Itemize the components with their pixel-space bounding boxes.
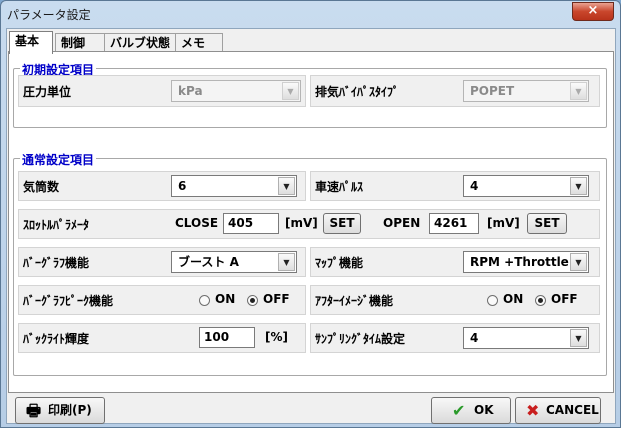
exhaust-bypass-value: POPET bbox=[470, 84, 515, 98]
chevron-down-icon: ▼ bbox=[570, 177, 587, 195]
tab-control[interactable]: 制御 bbox=[55, 33, 105, 53]
tab-memo-label: メモ bbox=[181, 36, 206, 50]
cylinders-row: 気筒数 6 ▼ bbox=[18, 171, 306, 201]
map-label: ﾏｯﾌﾟ機能 bbox=[315, 256, 364, 270]
backlight-unit-label: [%] bbox=[265, 330, 288, 344]
chevron-down-icon: ▼ bbox=[570, 329, 587, 347]
cancel-button[interactable]: ✖ CANCEL bbox=[515, 397, 601, 424]
pressure-unit-row: 圧力単位 kPa ▼ bbox=[18, 75, 306, 107]
after-image-row: ｱﾌﾀｰｲﾒｰｼﾞ機能 ON OFF bbox=[310, 285, 600, 315]
backlight-row: ﾊﾞｯｸﾗｲﾄ輝度 100 [%] bbox=[18, 323, 306, 353]
tab-control-label: 制御 bbox=[61, 36, 86, 50]
chevron-down-icon: ▼ bbox=[278, 253, 295, 271]
exhaust-bypass-row: 排気ﾊﾞｲﾊﾟｽﾀｲﾌﾟ POPET ▼ bbox=[310, 75, 600, 107]
pressure-unit-value: kPa bbox=[178, 84, 203, 98]
tab-memo[interactable]: メモ bbox=[175, 33, 223, 53]
sampling-time-label: ｻﾝﾌﾟﾘﾝｸﾞﾀｲﾑ設定 bbox=[315, 332, 406, 346]
normal-settings-group: 通常設定項目 気筒数 6 ▼ 車速ﾊﾟﾙｽ 4 ▼ ｽﾛｯﾄﾙﾊﾟﾗﾒｰﾀ CL… bbox=[13, 151, 607, 376]
speed-pulse-row: 車速ﾊﾟﾙｽ 4 ▼ bbox=[310, 171, 600, 201]
open-value-input[interactable]: 4261 bbox=[429, 213, 479, 234]
sampling-time-select[interactable]: 4 ▼ bbox=[463, 327, 589, 349]
backlight-input[interactable]: 100 bbox=[199, 327, 255, 348]
after-image-off-radio[interactable] bbox=[535, 295, 546, 306]
sampling-time-row: ｻﾝﾌﾟﾘﾝｸﾞﾀｲﾑ設定 4 ▼ bbox=[310, 323, 600, 353]
chevron-down-icon: ▼ bbox=[282, 82, 299, 100]
bargraph-peak-label: ﾊﾞｰｸﾞﾗﾌﾋﾟｰｸ機能 bbox=[23, 294, 114, 308]
chevron-down-icon: ▼ bbox=[278, 177, 295, 195]
pressure-unit-label: 圧力単位 bbox=[23, 85, 72, 99]
tab-valve-status[interactable]: バルブ状態 bbox=[104, 33, 176, 53]
dialog-client-area: 基本 制御 バルブ状態 メモ 初期設定項目 圧力単位 kPa ▼ 排気ﾊﾞｲﾊﾟ… bbox=[6, 28, 616, 424]
cylinders-label: 気筒数 bbox=[23, 180, 60, 194]
bargraph-peak-on-label: ON bbox=[215, 292, 236, 306]
close-set-button[interactable]: SET bbox=[323, 213, 361, 234]
cross-icon: ✖ bbox=[526, 401, 540, 420]
open-label: OPEN bbox=[383, 216, 421, 230]
map-value: RPM +Throttle bbox=[470, 255, 569, 269]
tab-basic[interactable]: 基本 bbox=[9, 31, 53, 54]
sampling-time-value: 4 bbox=[470, 331, 479, 345]
check-icon: ✔ bbox=[452, 401, 466, 420]
close-value-input[interactable]: 405 bbox=[223, 213, 279, 234]
normal-settings-title: 通常設定項目 bbox=[20, 151, 97, 168]
exhaust-bypass-label: 排気ﾊﾞｲﾊﾟｽﾀｲﾌﾟ bbox=[315, 85, 400, 99]
speed-pulse-value: 4 bbox=[470, 179, 479, 193]
open-set-button[interactable]: SET bbox=[527, 213, 567, 234]
after-image-off-label: OFF bbox=[551, 292, 578, 306]
bargraph-peak-row: ﾊﾞｰｸﾞﾗﾌﾋﾟｰｸ機能 ON OFF bbox=[18, 285, 306, 315]
map-row: ﾏｯﾌﾟ機能 RPM +Throttle ▼ bbox=[310, 247, 600, 277]
title-bar[interactable]: パラメータ設定 × bbox=[1, 1, 620, 29]
backlight-label: ﾊﾞｯｸﾗｲﾄ輝度 bbox=[23, 332, 90, 346]
print-button-label: 印刷(P) bbox=[48, 403, 92, 417]
close-button[interactable]: × bbox=[572, 2, 614, 21]
printer-icon: 🖶 bbox=[26, 401, 42, 420]
cylinders-select[interactable]: 6 ▼ bbox=[171, 175, 297, 197]
bargraph-row: ﾊﾞｰｸﾞﾗﾌ機能 ブースト A ▼ bbox=[18, 247, 306, 277]
bargraph-peak-off-label: OFF bbox=[263, 292, 290, 306]
bargraph-label: ﾊﾞｰｸﾞﾗﾌ機能 bbox=[23, 256, 90, 270]
bargraph-select[interactable]: ブースト A ▼ bbox=[171, 251, 297, 273]
throttle-parameter-row: ｽﾛｯﾄﾙﾊﾟﾗﾒｰﾀ CLOSE 405 [mV] SET OPEN 4261… bbox=[18, 209, 600, 239]
bargraph-value: ブースト A bbox=[178, 255, 239, 269]
pressure-unit-select[interactable]: kPa ▼ bbox=[171, 80, 301, 102]
ok-button[interactable]: ✔ OK bbox=[431, 397, 511, 424]
after-image-on-label: ON bbox=[503, 292, 524, 306]
initial-settings-group: 初期設定項目 圧力単位 kPa ▼ 排気ﾊﾞｲﾊﾟｽﾀｲﾌﾟ POPET ▼ bbox=[13, 61, 607, 128]
bargraph-peak-on-radio[interactable] bbox=[199, 295, 210, 306]
after-image-on-radio[interactable] bbox=[487, 295, 498, 306]
close-unit-label: [mV] bbox=[285, 216, 318, 230]
parameter-settings-window: パラメータ設定 × 基本 制御 バルブ状態 メモ 初期設定項目 圧力単位 kPa… bbox=[0, 0, 621, 428]
throttle-parameter-label: ｽﾛｯﾄﾙﾊﾟﾗﾒｰﾀ bbox=[23, 218, 90, 232]
open-unit-label: [mV] bbox=[487, 216, 520, 230]
chevron-down-icon: ▼ bbox=[570, 253, 587, 271]
bargraph-peak-off-radio[interactable] bbox=[247, 295, 258, 306]
tab-panel-basic: 初期設定項目 圧力単位 kPa ▼ 排気ﾊﾞｲﾊﾟｽﾀｲﾌﾟ POPET ▼ 通… bbox=[8, 51, 614, 393]
exhaust-bypass-select[interactable]: POPET ▼ bbox=[463, 80, 589, 102]
tab-basic-label: 基本 bbox=[15, 34, 40, 48]
after-image-label: ｱﾌﾀｰｲﾒｰｼﾞ機能 bbox=[315, 294, 394, 308]
print-button[interactable]: 🖶 印刷(P) bbox=[15, 397, 105, 424]
map-select[interactable]: RPM +Throttle ▼ bbox=[463, 251, 589, 273]
window-title: パラメータ設定 bbox=[7, 8, 91, 22]
cylinders-value: 6 bbox=[178, 179, 187, 193]
speed-pulse-select[interactable]: 4 ▼ bbox=[463, 175, 589, 197]
cancel-button-label: CANCEL bbox=[546, 403, 599, 417]
ok-button-label: OK bbox=[474, 403, 494, 417]
speed-pulse-label: 車速ﾊﾟﾙｽ bbox=[315, 180, 364, 194]
tab-valve-status-label: バルブ状態 bbox=[110, 36, 171, 50]
chevron-down-icon: ▼ bbox=[570, 82, 587, 100]
close-label: CLOSE bbox=[175, 216, 219, 230]
